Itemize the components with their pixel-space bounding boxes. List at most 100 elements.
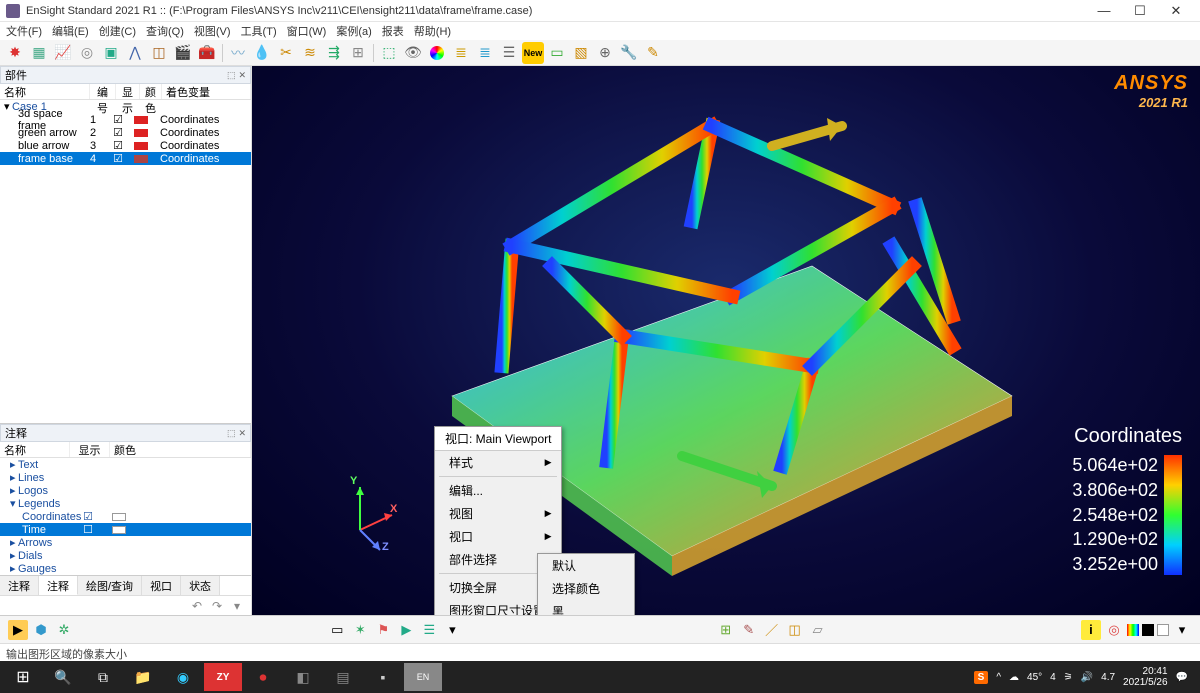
menu-tools[interactable]: 工具(T): [241, 23, 277, 39]
panel-float-icon[interactable]: ⬚: [227, 428, 236, 439]
start-button[interactable]: ⊞: [4, 663, 42, 691]
annot-item[interactable]: Time☐: [0, 523, 251, 536]
panel-close-icon[interactable]: ✕: [238, 70, 246, 81]
tool-wrench-icon[interactable]: 🔧: [618, 42, 640, 64]
tab-annot1[interactable]: 注释: [0, 576, 39, 595]
ctx-sub-item[interactable]: 黑: [538, 600, 634, 615]
task-search-icon[interactable]: 🔍: [44, 663, 82, 691]
tray-clock[interactable]: 20:412021/5/26: [1123, 666, 1168, 688]
tool-drops-icon[interactable]: 💧: [251, 42, 273, 64]
tray-cloud-icon[interactable]: ☁: [1009, 672, 1019, 683]
tool-eye-icon[interactable]: 👁: [402, 42, 424, 64]
annot-group[interactable]: ▸Gauges: [0, 562, 251, 575]
tool-clapper-icon[interactable]: 🎬: [172, 42, 194, 64]
tool-target-icon[interactable]: ◎: [76, 42, 98, 64]
bt-line-icon[interactable]: ／: [762, 620, 782, 640]
menu-query[interactable]: 查询(Q): [146, 23, 184, 39]
bt-play2-icon[interactable]: ▶: [396, 620, 416, 640]
parts-tree[interactable]: ▾Case 1 3d space frame1☑Coordinatesgreen…: [0, 100, 251, 423]
task-ensight-icon[interactable]: EN: [404, 663, 442, 691]
tool-layers2-icon[interactable]: ≣: [474, 42, 496, 64]
tool-wand-icon[interactable]: ✎: [642, 42, 664, 64]
tray-vol-icon[interactable]: 🔊: [1081, 672, 1093, 683]
main-viewport[interactable]: ANSYS 2021 R1: [252, 66, 1200, 615]
ctx-sub-item[interactable]: 默认: [538, 554, 634, 577]
bt-gradient-icon[interactable]: [1127, 624, 1139, 636]
panel-close-icon[interactable]: ✕: [238, 428, 246, 439]
tool-new-icon[interactable]: New: [522, 42, 544, 64]
ctx-item[interactable]: 视口▶: [435, 525, 561, 548]
bt-white-icon[interactable]: [1157, 624, 1169, 636]
annot-item[interactable]: Coordinates☑: [0, 510, 251, 523]
task-terminal-icon[interactable]: ▪: [364, 663, 402, 691]
tab-status[interactable]: 状态: [181, 576, 220, 595]
tool-book-icon[interactable]: ◫: [148, 42, 170, 64]
bt-gear-icon[interactable]: ✲: [54, 620, 74, 640]
tool-calendar-icon[interactable]: ▦: [28, 42, 50, 64]
task-taskview-icon[interactable]: ⧉: [84, 663, 122, 691]
ctx-item[interactable]: 编辑...: [435, 479, 561, 502]
tool-image-icon[interactable]: ▧: [570, 42, 592, 64]
bt-play-icon[interactable]: ▶: [8, 620, 28, 640]
annot-group[interactable]: ▸Arrows: [0, 536, 251, 549]
tool-compass-icon[interactable]: ⋀: [124, 42, 146, 64]
tool-scissors-icon[interactable]: ✂: [275, 42, 297, 64]
task-edge-icon[interactable]: ◉: [164, 663, 202, 691]
tool-brush-icon[interactable]: ✸: [4, 42, 26, 64]
redo-icon[interactable]: ↷: [209, 598, 225, 614]
bt-drop-icon[interactable]: ▾: [442, 620, 462, 640]
task-app1-icon[interactable]: ◧: [284, 663, 322, 691]
bt-black-icon[interactable]: [1142, 624, 1154, 636]
tray-notif-icon[interactable]: 💬: [1176, 672, 1188, 683]
tool-curve-icon[interactable]: 〰: [227, 42, 249, 64]
task-app-zy[interactable]: ZY: [204, 663, 242, 691]
acol-name[interactable]: 名称: [0, 442, 70, 457]
bt-drop2-icon[interactable]: ▾: [1172, 620, 1192, 640]
menu-help[interactable]: 帮助(H): [414, 23, 451, 39]
col-color[interactable]: 颜色: [140, 84, 162, 99]
system-tray[interactable]: S ^ ☁ 45° 4 ⚞ 🔊 4.7 20:412021/5/26 💬: [974, 666, 1196, 688]
menu-case[interactable]: 案例(a): [336, 23, 371, 39]
bt-target2-icon[interactable]: ◎: [1104, 620, 1124, 640]
part-row[interactable]: blue arrow3☑Coordinates: [0, 139, 251, 152]
menu-view[interactable]: 视图(V): [194, 23, 231, 39]
dropdown-icon[interactable]: ▾: [229, 598, 245, 614]
task-record-icon[interactable]: ⏺: [244, 663, 282, 691]
bt-plane-icon[interactable]: ▱: [808, 620, 828, 640]
part-row[interactable]: green arrow2☑Coordinates: [0, 126, 251, 139]
tab-viewport[interactable]: 视口: [142, 576, 181, 595]
annot-tree[interactable]: ▸Text▸Lines▸Logos▾LegendsCoordinates☑Tim…: [0, 458, 251, 575]
close-button[interactable]: ✕: [1158, 1, 1194, 21]
ctx-item[interactable]: 样式▶: [435, 451, 561, 474]
context-submenu[interactable]: 默认选择颜色黑白图片...: [537, 553, 635, 615]
tab-plot[interactable]: 绘图/查询: [78, 576, 142, 595]
annot-group[interactable]: ▸Dials: [0, 549, 251, 562]
menu-edit[interactable]: 编辑(E): [52, 23, 89, 39]
task-app2-icon[interactable]: ▤: [324, 663, 362, 691]
tool-arrows-icon[interactable]: ⇶: [323, 42, 345, 64]
bt-flag-icon[interactable]: ⚑: [373, 620, 393, 640]
tool-sphere-icon[interactable]: [426, 42, 448, 64]
col-show[interactable]: 显示: [116, 84, 140, 99]
tool-toolbox-icon[interactable]: 🧰: [196, 42, 218, 64]
menu-file[interactable]: 文件(F): [6, 23, 42, 39]
col-id[interactable]: 编号: [90, 84, 116, 99]
ctx-item[interactable]: 视图▶: [435, 502, 561, 525]
menu-window[interactable]: 窗口(W): [287, 23, 327, 39]
bt-cube-icon[interactable]: ⬢: [31, 620, 51, 640]
part-row[interactable]: 3d space frame1☑Coordinates: [0, 113, 251, 126]
tool-grid-icon[interactable]: ⊞: [347, 42, 369, 64]
bt-rect-icon[interactable]: ▭: [327, 620, 347, 640]
tool-window-icon[interactable]: ▭: [546, 42, 568, 64]
tool-list-icon[interactable]: ☰: [498, 42, 520, 64]
menu-create[interactable]: 创建(C): [99, 23, 136, 39]
acol-show[interactable]: 显示: [70, 442, 110, 457]
col-colorvar[interactable]: 着色变量: [162, 84, 251, 99]
tool-wave-icon[interactable]: ≋: [299, 42, 321, 64]
maximize-button[interactable]: ☐: [1122, 1, 1158, 21]
tool-box-icon[interactable]: ▣: [100, 42, 122, 64]
tray-sogou-icon[interactable]: S: [974, 671, 989, 684]
part-row[interactable]: frame base4☑Coordinates: [0, 152, 251, 165]
annot-group[interactable]: ▸Text: [0, 458, 251, 471]
tray-wifi-icon[interactable]: ⚞: [1064, 672, 1073, 683]
